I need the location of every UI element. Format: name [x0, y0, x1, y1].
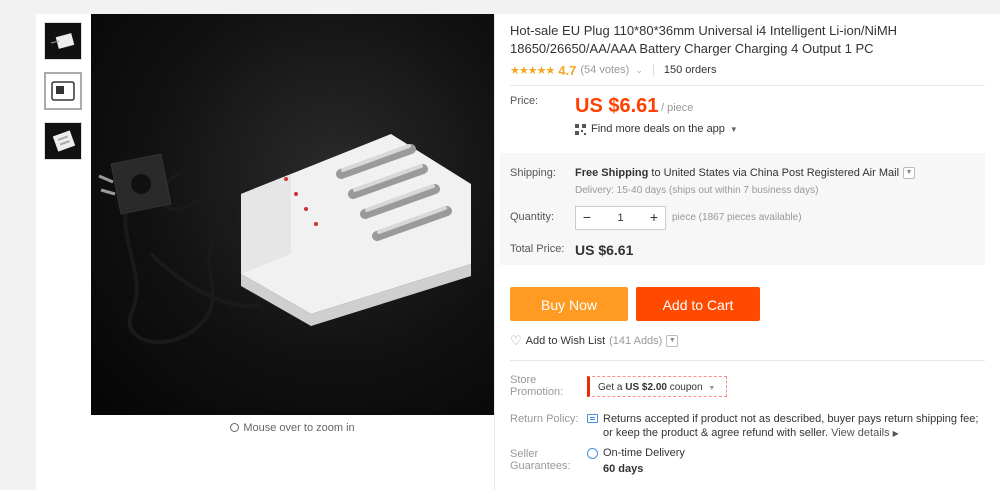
delivery-time: Delivery: 15-40 days (ships out within 7…: [575, 185, 819, 196]
zoom-hint-text: Mouse over to zoom in: [243, 422, 355, 434]
store-coupon[interactable]: Get a US $2.00 coupon ▼: [587, 376, 727, 397]
coupon-amount: US $2.00: [625, 382, 667, 393]
quantity-stepper: − 1 +: [575, 206, 666, 230]
coupon-suffix: coupon: [666, 382, 703, 393]
view-details-text: View details: [831, 427, 890, 439]
quantity-input[interactable]: 1: [598, 212, 643, 224]
store-promotion-label-1: Store: [510, 374, 537, 386]
quantity-decrease-button[interactable]: −: [576, 207, 598, 229]
seller-guarantees-label-2: Guarantees:: [510, 460, 571, 472]
divider: [510, 360, 985, 361]
wishlist-count: (141 Adds): [609, 335, 663, 347]
coupon-caret-icon: ▼: [708, 385, 716, 392]
rating-separator: [652, 64, 654, 76]
guarantee-days: 60 days: [603, 463, 644, 475]
thumbnail-1[interactable]: [44, 22, 82, 60]
on-time-delivery: On-time Delivery: [603, 447, 685, 459]
quantity-increase-button[interactable]: +: [643, 207, 665, 229]
column-divider: [494, 14, 495, 490]
return-policy-label: Return Policy:: [510, 413, 579, 425]
heart-icon: ♡: [510, 333, 522, 348]
magnifier-icon: [230, 423, 240, 432]
total-price-label: Total Price:: [510, 243, 565, 255]
clock-icon: [587, 448, 598, 459]
quantity-available: piece (1867 pieces available): [672, 212, 802, 223]
buy-now-button[interactable]: Buy Now: [510, 287, 628, 321]
main-product-image[interactable]: [91, 14, 494, 415]
rating-stars: ★★★★★: [510, 64, 555, 77]
price-label: Price:: [510, 95, 539, 107]
app-deals-link[interactable]: Find more deals on the app ▼: [575, 123, 738, 135]
seller-guarantees-label: Seller Guarantees:: [510, 448, 571, 472]
rating-row: ★★★★★ 4.7 (54 votes) ⌄ 150 orders: [510, 62, 985, 78]
rating-votes[interactable]: (54 votes): [580, 64, 629, 76]
wishlist-dropdown-icon[interactable]: ▼: [666, 335, 679, 347]
rating-value: 4.7: [558, 62, 577, 78]
caret-down-icon: ▼: [729, 124, 738, 134]
product-title: Hot-sale EU Plug 110*80*36mm Universal i…: [510, 23, 898, 56]
product-info: Hot-sale EU Plug 110*80*36mm Universal i…: [510, 14, 985, 78]
divider: [510, 85, 985, 86]
store-promotion-label: Store Promotion:: [510, 374, 563, 398]
document-icon: [587, 414, 598, 423]
store-promotion-label-2: Promotion:: [510, 386, 564, 398]
price-value: US $6.61: [575, 95, 659, 117]
total-price-value: US $6.61: [575, 242, 634, 258]
price-unit: / piece: [661, 102, 694, 114]
app-deals-text: Find more deals on the app: [591, 123, 725, 135]
thumbnail-list: [44, 22, 84, 172]
add-to-cart-button[interactable]: Add to Cart: [636, 287, 760, 321]
chevron-right-icon: ▶: [892, 429, 899, 438]
return-policy-body: Returns accepted if product not as descr…: [603, 413, 979, 439]
return-policy-text: Returns accepted if product not as descr…: [603, 412, 983, 441]
thumbnail-3[interactable]: [44, 122, 82, 160]
shipping-dropdown-icon[interactable]: ▼: [903, 167, 916, 179]
zoom-hint: Mouse over to zoom in: [91, 422, 494, 434]
quantity-label: Quantity:: [510, 211, 555, 223]
chevron-down-icon[interactable]: ⌄: [635, 65, 643, 76]
orders-count: 150 orders: [663, 64, 717, 76]
qr-code-icon: [575, 123, 586, 135]
seller-guarantees-label-1: Seller: [510, 448, 539, 460]
shipping-method[interactable]: Free Shipping to United States via China…: [575, 167, 916, 179]
wishlist-text: Add to Wish List: [525, 335, 606, 347]
view-details-link[interactable]: View details ▶: [831, 427, 899, 439]
add-to-wishlist-button[interactable]: ♡ Add to Wish List (141 Adds) ▼: [510, 333, 679, 349]
thumbnail-2[interactable]: [44, 72, 82, 110]
coupon-prefix: Get a: [598, 382, 626, 393]
free-shipping-text: Free Shipping: [575, 167, 649, 179]
shipping-label: Shipping:: [510, 167, 556, 179]
shipping-destination: to United States via China Post Register…: [648, 167, 900, 179]
